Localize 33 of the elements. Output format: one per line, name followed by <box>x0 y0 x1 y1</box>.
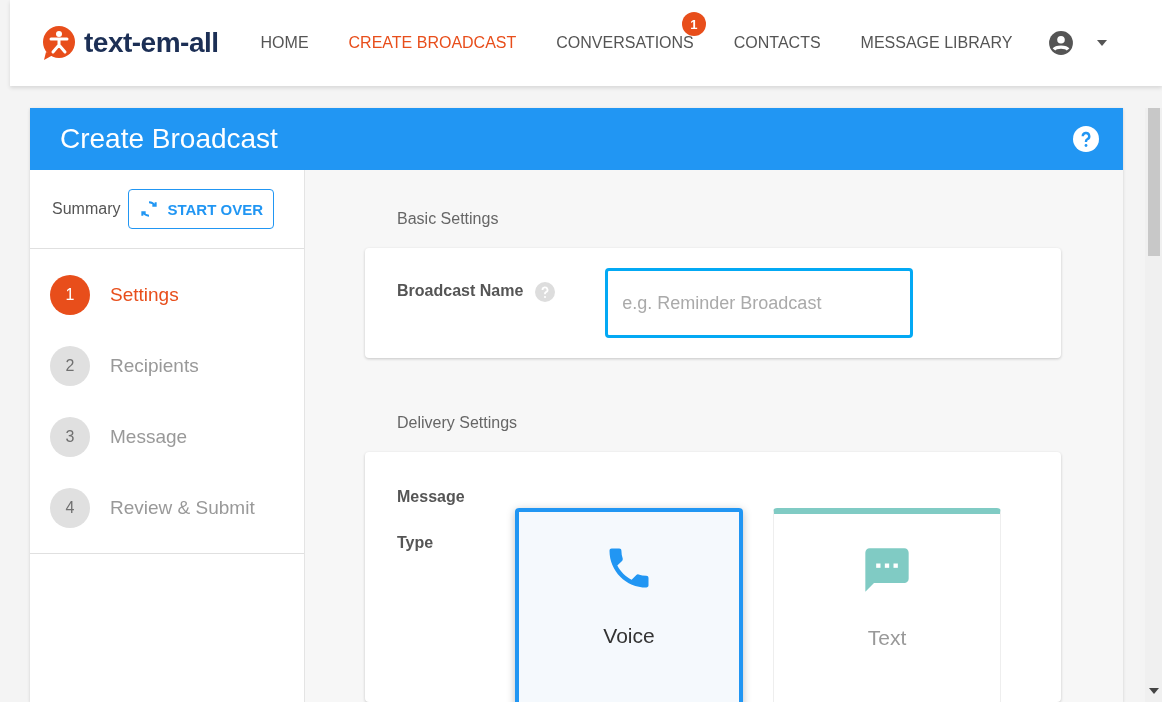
step-number: 1 <box>50 274 90 315</box>
scrollbar-thumb[interactable] <box>1147 108 1160 256</box>
step-item[interactable]: 4 Review & Submit <box>30 472 304 543</box>
scroll-down-icon[interactable] <box>1148 688 1159 694</box>
nav-link[interactable]: CONVERSATIONS <box>536 34 714 52</box>
section-heading: Basic Settings <box>397 210 500 228</box>
notification-badge: 1 <box>681 12 706 36</box>
caret-icon[interactable] <box>1096 39 1109 47</box>
field-label: Message Type <box>397 487 466 553</box>
refresh-icon <box>139 199 160 219</box>
message-type-option[interactable]: Voice <box>515 508 743 702</box>
nav-link[interactable]: MESSAGE LIBRARY <box>840 34 1033 52</box>
step-item[interactable]: 1 Settings <box>30 259 304 330</box>
page-title: Create Broadcast <box>60 123 278 155</box>
step-item[interactable]: 3 Message <box>30 401 304 472</box>
nav-link[interactable]: CREATE BROADCAST <box>328 34 537 52</box>
step-number: 2 <box>50 345 90 386</box>
scrollbar[interactable] <box>1145 108 1162 702</box>
logo-icon <box>40 24 78 62</box>
step-number: 4 <box>50 487 90 528</box>
brand-name: text-em-all <box>84 27 219 59</box>
account-icon[interactable] <box>1048 30 1075 56</box>
broadcast-name-field[interactable]: e.g. Reminder Broadcast <box>605 268 914 338</box>
message-type-option[interactable]: Text <box>773 508 1001 702</box>
field-label: Broadcast Name <box>397 282 524 300</box>
summary-label: Summary <box>52 200 121 218</box>
nav-link[interactable]: CONTACTS <box>713 34 841 52</box>
step-item[interactable]: 2 Recipients <box>30 330 304 401</box>
section-heading: Delivery Settings <box>397 414 519 432</box>
nav-link[interactable]: HOME <box>240 34 329 52</box>
start-over-button[interactable]: START OVER <box>128 189 274 229</box>
step-number: 3 <box>50 416 90 457</box>
help-icon[interactable] <box>1073 126 1099 152</box>
